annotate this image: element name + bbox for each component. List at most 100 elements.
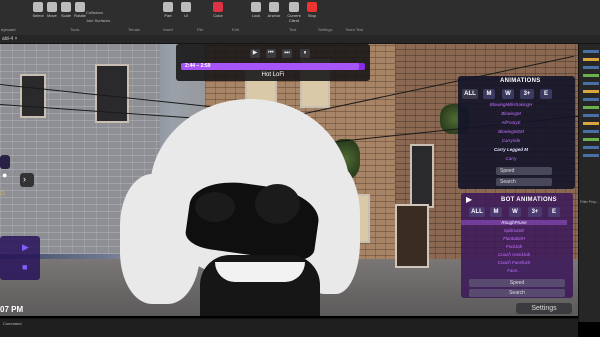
animations-speed-field[interactable]: Speed [496, 167, 552, 175]
bot-search-field[interactable]: Search [469, 289, 565, 297]
animation-item[interactable]: AllFootyE [458, 120, 564, 125]
hud-expand-button[interactable]: › [20, 173, 34, 187]
roblox-studio-window: eyboard Select Move Scale Rotate Collisi… [0, 0, 600, 337]
color-button[interactable]: Color [210, 2, 226, 18]
command-bar[interactable]: Command [0, 318, 578, 337]
explorer-row[interactable] [583, 50, 599, 53]
bot-animation-item[interactable]: SpiltrazeE [461, 228, 567, 233]
bot-animations-list: RoughPrune SpiltrazeE FlantabelH FootJob… [461, 220, 567, 278]
bot-speed-field[interactable]: Speed [469, 279, 565, 287]
home-icon[interactable]: ⌂ [0, 188, 5, 197]
play-button[interactable]: ▶ [250, 49, 260, 58]
scale-icon [61, 2, 71, 12]
settings-button[interactable]: Settings [516, 303, 572, 314]
part-button[interactable]: Part [160, 2, 176, 18]
bot-animations-title: BOT ANIMATIONS [501, 197, 557, 203]
anchor-button[interactable]: Anchor [266, 2, 282, 18]
stop-button[interactable]: Stop [304, 2, 320, 18]
place-tab[interactable]: ald-4 × [2, 36, 17, 42]
bot-animation-item[interactable]: FootJob [461, 244, 567, 249]
explorer-row[interactable] [583, 154, 599, 157]
animations-panel: ANIMATIONS ALL M W 3+ E BlowingMilkshaki… [458, 76, 575, 189]
anchor-icon [269, 2, 279, 12]
bot-filter-w[interactable]: W [509, 207, 521, 217]
camera-icon[interactable]: ● [2, 170, 7, 180]
animation-item[interactable]: Carryride [458, 138, 564, 143]
filter-w[interactable]: W [502, 89, 514, 99]
filter-all[interactable]: ALL [462, 89, 478, 99]
bot-play-icon[interactable]: ▶ [466, 195, 472, 204]
bot-filter-m[interactable]: M [490, 207, 502, 217]
previous-button[interactable]: ⏮ [266, 49, 276, 58]
animation-item[interactable]: BlowingM [458, 111, 564, 116]
animation-item[interactable]: Carry [458, 156, 564, 161]
bot-animation-item[interactable]: FlantabelH [461, 236, 567, 241]
properties-filter-label: Filter Prop... [580, 200, 600, 204]
explorer-row[interactable] [583, 74, 599, 77]
bot-animation-item[interactable]: RoughPrune [461, 220, 567, 225]
command-label: Command [3, 321, 22, 326]
bot-animation-item[interactable]: Couch Facefuck [461, 260, 567, 265]
collisions-checkbox[interactable]: Collisions [86, 10, 103, 15]
hud-emote-pad[interactable]: ▶ ■ [0, 236, 40, 280]
studio-ribbon: eyboard Select Move Scale Rotate Collisi… [0, 0, 600, 36]
bot-filter-e[interactable]: E [548, 207, 560, 217]
bot-filter-all[interactable]: ALL [469, 207, 485, 217]
explorer-row[interactable] [583, 146, 599, 149]
ui-icon [181, 2, 191, 12]
filter-3plus[interactable]: 3+ [520, 89, 534, 99]
explorer-row[interactable] [583, 138, 599, 141]
ui-button[interactable]: UI [178, 2, 194, 18]
bot-animation-item[interactable]: Couch HandJob [461, 252, 567, 257]
animation-item[interactable]: BlowingM2M [458, 129, 564, 134]
join-surfaces-checkbox[interactable]: Join Surfaces [86, 18, 110, 23]
group-tools: Tools [70, 27, 80, 32]
explorer-panel [578, 44, 600, 322]
song-progress-bar[interactable]: 2:44 – 2:59 [181, 63, 365, 70]
move-icon [47, 2, 57, 12]
cursor-icon [33, 2, 43, 12]
part-icon [163, 2, 173, 12]
animations-search-field[interactable]: Search [496, 178, 552, 186]
building-window [410, 144, 434, 208]
group-file: File [197, 27, 204, 32]
next-button[interactable]: ⏭ [282, 49, 292, 58]
explorer-row[interactable] [583, 66, 599, 69]
group-insert: Insert [163, 27, 174, 32]
rotate-icon [75, 2, 85, 12]
explorer-row[interactable] [583, 82, 599, 85]
current-client-button[interactable]: Current Client [284, 2, 304, 23]
bot-animations-panel: ▶ BOT ANIMATIONS ALL M W 3+ E RoughPrune… [461, 193, 573, 298]
animation-item[interactable]: BlowingMilkshakingH [458, 102, 564, 107]
bot-animation-item[interactable]: Face... [461, 268, 567, 273]
lock-button[interactable]: Lock [248, 2, 264, 18]
song-time: 2:44 – 2:59 [185, 63, 211, 69]
explorer-row[interactable] [583, 114, 599, 117]
building-window [20, 74, 46, 118]
group-settings: Settings [318, 27, 333, 32]
group-test: Test [289, 27, 297, 32]
chevron-right-icon: › [23, 174, 26, 184]
square-icon: ■ [22, 262, 28, 272]
arrow-icon: ▶ [22, 242, 29, 252]
building-door [395, 204, 429, 268]
explorer-row[interactable] [583, 106, 599, 109]
explorer-row[interactable] [583, 130, 599, 133]
explorer-row[interactable] [583, 58, 599, 61]
stop-icon [307, 2, 317, 12]
explorer-row[interactable] [583, 98, 599, 101]
filter-e[interactable]: E [540, 89, 552, 99]
pause-button[interactable]: ⏸ [300, 49, 310, 58]
filter-m[interactable]: M [483, 89, 495, 99]
avatar-eye-left [195, 192, 235, 222]
explorer-row[interactable] [583, 122, 599, 125]
building-window [95, 64, 129, 123]
hud-clock: 07 PM [0, 305, 24, 314]
explorer-row[interactable] [583, 90, 599, 93]
hud-side-button[interactable] [0, 155, 10, 169]
music-player: ▶ ⏮ ⏭ ⏸ 2:44 – 2:59 Hot LoFi [176, 44, 370, 81]
client-icon [289, 2, 299, 12]
lock-icon [251, 2, 261, 12]
animation-item[interactable]: Carry Legged M [458, 147, 564, 152]
bot-filter-3plus[interactable]: 3+ [528, 207, 542, 217]
